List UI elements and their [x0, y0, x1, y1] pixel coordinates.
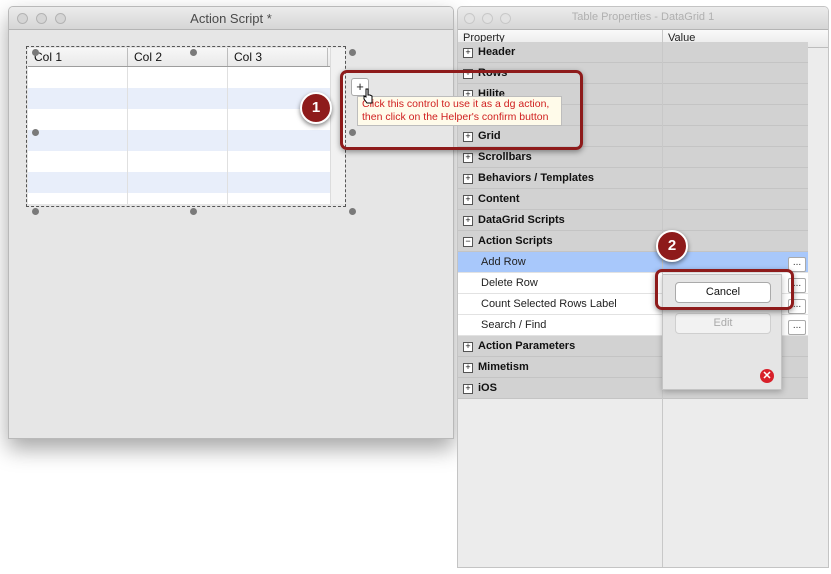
expand-icon[interactable]: +: [463, 342, 473, 352]
section-label: Header: [478, 46, 516, 58]
section-row[interactable]: − Action Scripts: [458, 231, 808, 252]
action-script-label: Delete Row: [481, 277, 538, 289]
section-row[interactable]: + Scrollbars: [458, 147, 808, 168]
section-row[interactable]: + Behaviors / Templates: [458, 168, 808, 189]
section-row[interactable]: + Header: [458, 42, 808, 63]
action-script-label: Add Row: [481, 256, 526, 268]
expand-icon[interactable]: +: [463, 174, 473, 184]
section-label: Scrollbars: [478, 151, 532, 163]
section-label: Mimetism: [478, 361, 529, 373]
callout-badge-1: 1: [300, 92, 332, 124]
collapse-icon[interactable]: −: [463, 237, 473, 247]
expand-icon[interactable]: +: [463, 195, 473, 205]
section-label: Action Parameters: [478, 340, 576, 352]
section-label: Action Scripts: [478, 235, 553, 247]
resize-handle[interactable]: [190, 49, 197, 56]
resize-handle[interactable]: [32, 129, 39, 136]
window-title: Table Properties - DataGrid 1: [571, 11, 715, 23]
callout-badge-2: 2: [656, 230, 688, 262]
expand-icon[interactable]: +: [463, 153, 473, 163]
section-label: DataGrid Scripts: [478, 214, 565, 226]
selection-box: [26, 46, 346, 207]
resize-handle[interactable]: [32, 49, 39, 56]
close-icon[interactable]: ✕: [760, 369, 774, 383]
edit-button[interactable]: Edit: [675, 313, 771, 334]
section-label: Content: [478, 193, 520, 205]
section-label: Behaviors / Templates: [478, 172, 594, 184]
action-script-label: Search / Find: [481, 319, 547, 331]
section-label: iOS: [478, 382, 497, 394]
header-corner: [808, 30, 828, 48]
search-find-edit-button[interactable]: ...: [788, 320, 806, 335]
expand-icon[interactable]: +: [463, 384, 473, 394]
window-title: Action Script *: [190, 11, 272, 26]
resize-handle[interactable]: [190, 208, 197, 215]
resize-handle[interactable]: [349, 49, 356, 56]
right-titlebar: Table Properties - DataGrid 1: [458, 7, 828, 30]
expand-icon[interactable]: +: [463, 48, 473, 58]
action-script-label: Count Selected Rows Label: [481, 298, 617, 310]
section-row[interactable]: + DataGrid Scripts: [458, 210, 808, 231]
section-row[interactable]: + Content: [458, 189, 808, 210]
expand-icon[interactable]: +: [463, 363, 473, 373]
resize-handle[interactable]: [349, 208, 356, 215]
callout-box-2: [655, 269, 794, 310]
callout-box-1: [340, 70, 583, 150]
resize-handle[interactable]: [32, 208, 39, 215]
left-titlebar: Action Script *: [9, 7, 453, 30]
expand-icon[interactable]: +: [463, 216, 473, 226]
